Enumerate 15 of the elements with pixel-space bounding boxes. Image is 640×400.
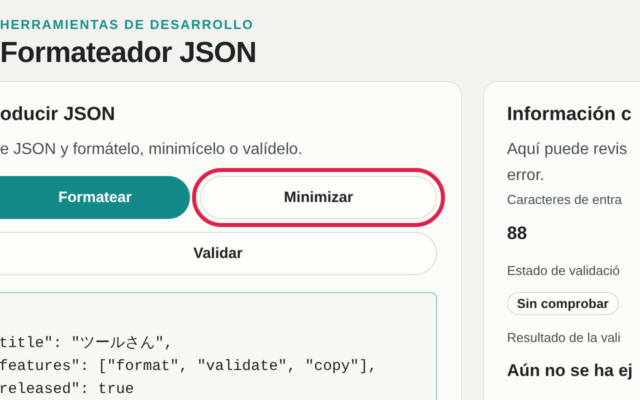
section-eyebrow: HERRAMIENTAS DE DESARROLLO bbox=[0, 17, 255, 33]
page-title: Formateador JSON bbox=[0, 36, 258, 71]
field-label: Resultado de la vali bbox=[507, 329, 622, 347]
validate-button[interactable]: Validar bbox=[0, 232, 437, 275]
validation-result: Aún no se ha ej bbox=[507, 361, 634, 381]
card-description: e JSON y formátelo, minimícelo o valídelo. bbox=[0, 140, 304, 160]
character-count: 88 bbox=[507, 223, 528, 244]
field-label: Caracteres de entra bbox=[507, 191, 623, 209]
status-badge: Sin comprobar bbox=[507, 292, 619, 315]
json-input-field[interactable]: title": "ツールさん", features": ["format", "validate", "copy"], released": true bbox=[0, 292, 437, 400]
card-title: Información c bbox=[507, 103, 633, 127]
field-label: Estado de validació bbox=[507, 262, 621, 280]
card-description: Aquí puede revis error. bbox=[507, 140, 628, 186]
format-button[interactable]: Formatear bbox=[0, 176, 190, 219]
card-title: oducir JSON bbox=[0, 103, 116, 127]
